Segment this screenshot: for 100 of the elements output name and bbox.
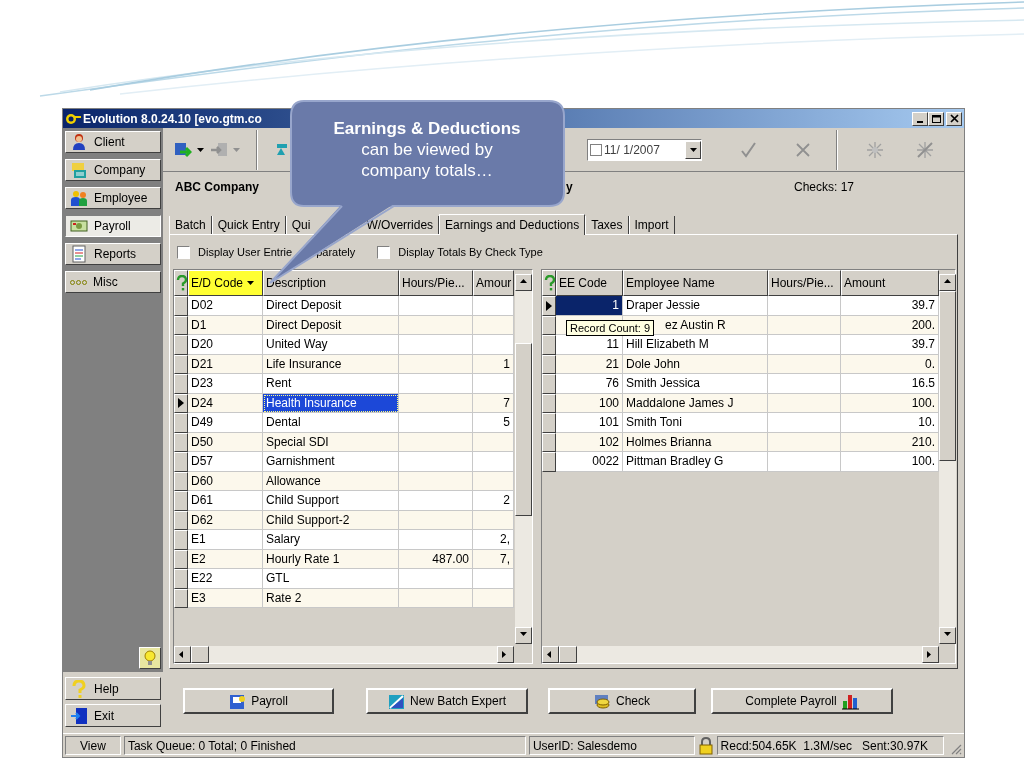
sidebar-item[interactable]: Company <box>65 159 161 181</box>
scroll-left-button[interactable] <box>542 646 559 663</box>
status-panel: View <box>65 736 121 755</box>
checks-count: Checks: 17 <box>794 179 855 196</box>
checkbox[interactable] <box>377 245 391 259</box>
action-button[interactable]: Complete Payroll <box>711 688 893 714</box>
tab[interactable]: Earnings and Deductions <box>439 214 586 235</box>
question-icon <box>174 275 188 291</box>
scroll-down-button[interactable] <box>939 627 956 644</box>
lightbulb-icon <box>143 650 157 666</box>
column-header[interactable]: Description <box>263 270 399 296</box>
sidebar-item[interactable]: Exit <box>65 704 161 727</box>
tab[interactable]: Taxes <box>585 216 629 234</box>
scroll-right-button[interactable] <box>922 646 939 663</box>
table-cell <box>473 374 514 394</box>
vertical-scrollbar[interactable] <box>939 274 956 644</box>
banknote-icon <box>70 217 88 235</box>
sidebar-item[interactable]: Payroll <box>65 215 161 237</box>
scroll-thumb[interactable] <box>559 646 577 663</box>
check-icon <box>740 140 758 159</box>
scroll-thumb[interactable] <box>514 343 532 516</box>
table-cell <box>473 296 514 316</box>
horizontal-scrollbar[interactable] <box>174 646 514 663</box>
table-cell: E1 <box>188 530 263 550</box>
table-cell: Rate 2 <box>263 588 399 608</box>
scroll-left-button[interactable] <box>174 646 191 663</box>
column-header[interactable]: EE Code <box>556 270 623 296</box>
status-panel: Task Queue: 0 Total; 0 Finished <box>123 736 526 755</box>
action-button[interactable]: Check <box>548 688 696 714</box>
resize-grip-icon <box>950 743 962 755</box>
table-cell: Rent <box>263 374 399 394</box>
table-cell: Child Support <box>263 491 399 511</box>
header-text: y <box>566 179 574 196</box>
table-cell: E3 <box>188 588 263 608</box>
table-cell <box>473 569 514 589</box>
window-title: Evolution 8.0.24.10 [evo.gtm.co <box>83 110 262 128</box>
table-cell: 1 <box>556 296 623 316</box>
caret-icon <box>689 147 697 152</box>
table-cell: 2, <box>473 530 514 550</box>
column-header[interactable]: E/D Code <box>188 270 263 296</box>
table-cell: Salary <box>263 530 399 550</box>
close-icon <box>949 114 959 123</box>
caret-icon <box>197 147 204 152</box>
exit-door-icon <box>70 706 88 725</box>
sidebar-item[interactable]: Help <box>65 677 161 700</box>
table-cell: United Way <box>263 335 399 355</box>
table-cell: D20 <box>188 335 263 355</box>
scroll-up-button[interactable] <box>939 274 956 291</box>
help-icon <box>70 679 88 698</box>
date-checkbox[interactable] <box>590 143 602 156</box>
column-header[interactable]: Amount <box>841 270 939 296</box>
bar-chart-icon <box>841 692 859 710</box>
scroll-right-button[interactable] <box>497 646 514 663</box>
payroll-card-icon <box>229 692 247 710</box>
sidebar-item[interactable]: Reports <box>65 243 161 265</box>
sidebar-item[interactable]: Employee <box>65 187 161 209</box>
sidebar-item[interactable]: Misc <box>65 271 161 293</box>
table-cell: D49 <box>188 413 263 433</box>
date-field[interactable]: 11/ 1/2007 <box>587 138 702 161</box>
people-icon <box>70 189 88 207</box>
checkbox[interactable] <box>177 245 190 259</box>
dots-icon <box>70 279 87 285</box>
status-panel: Recd:504.65K 1.3M/sec Sent:30.97K <box>716 736 944 755</box>
door-arrow-button[interactable] <box>174 140 192 159</box>
table-cell: Dental <box>263 413 399 433</box>
check-button[interactable] <box>740 140 758 159</box>
sidebar-item[interactable]: Client <box>65 131 161 153</box>
row-pointer-icon <box>546 300 552 311</box>
column-header[interactable]: Amour <box>473 270 514 296</box>
minimize-button[interactable] <box>912 111 928 126</box>
column-header[interactable]: Hours/Pie... <box>768 270 841 296</box>
tab[interactable]: Batch <box>169 216 212 234</box>
column-header[interactable]: Hours/Pie... <box>399 270 473 296</box>
tab[interactable]: Import <box>628 216 675 234</box>
maximize-icon <box>931 114 941 123</box>
dropdown-button[interactable] <box>685 140 701 159</box>
tab[interactable]: Quick Entry <box>211 216 286 234</box>
sparkle-icon <box>866 140 884 159</box>
horizontal-scrollbar[interactable] <box>542 646 939 663</box>
vertical-scrollbar[interactable] <box>514 274 532 644</box>
maximize-button[interactable] <box>928 111 944 126</box>
scroll-down-button[interactable] <box>514 627 532 644</box>
close-button[interactable] <box>946 111 962 126</box>
company-name: ABC Company <box>175 179 260 196</box>
scroll-thumb[interactable] <box>939 291 956 461</box>
table-cell: GTL <box>263 569 399 589</box>
scroll-thumb[interactable] <box>191 646 209 663</box>
record-count-tooltip: Record Count: 9 <box>566 320 655 336</box>
column-header[interactable]: Employee Name <box>623 270 768 296</box>
table-cell <box>473 335 514 355</box>
arrow-icon <box>210 140 228 159</box>
checkbox-label: Display Totals By Check Type <box>398 244 543 260</box>
cross-icon <box>794 140 812 159</box>
scroll-up-button[interactable] <box>514 274 532 291</box>
table-cell: Direct Deposit <box>263 296 399 316</box>
tip-button[interactable] <box>139 647 161 669</box>
table-cell: 0022 <box>556 452 623 472</box>
action-button[interactable]: Payroll <box>183 688 334 714</box>
table-cell: Smith Jessica <box>623 374 768 394</box>
action-button[interactable]: New Batch Expert <box>366 688 528 714</box>
